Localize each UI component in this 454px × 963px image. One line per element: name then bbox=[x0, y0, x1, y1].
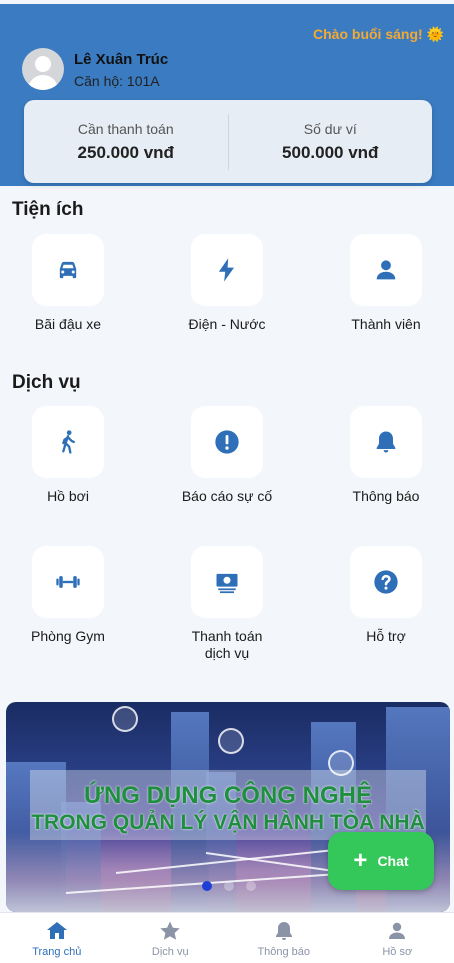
greeting-text: Chào buổi sáng! 🌞 bbox=[313, 26, 444, 42]
money-icon bbox=[216, 573, 238, 594]
amount-due[interactable]: Cần thanh toán 250.000 vnđ bbox=[24, 121, 228, 163]
service-incident-report[interactable]: Báo cáo sự cố bbox=[167, 406, 287, 505]
service-incident-report-label: Báo cáo sự cố bbox=[181, 488, 273, 504]
utility-electric-water-tile[interactable] bbox=[191, 234, 263, 306]
banner-headline: ỨNG DỤNG CÔNG NGHỆ bbox=[84, 782, 372, 809]
plus-icon: + bbox=[353, 847, 368, 874]
tab-profile[interactable]: Hồ sơ bbox=[341, 913, 454, 963]
user-apartment: Căn hộ: 101A bbox=[74, 73, 160, 89]
tab-services-label: Dịch vụ bbox=[151, 945, 189, 958]
service-incident-report-tile[interactable] bbox=[191, 406, 263, 478]
utility-members-tile[interactable] bbox=[350, 234, 422, 306]
service-gym[interactable]: Phòng Gym bbox=[8, 546, 128, 645]
chat-button[interactable]: + Chat bbox=[328, 832, 434, 890]
chat-label: Chat bbox=[377, 853, 409, 869]
status-strip bbox=[0, 0, 454, 4]
amount-due-label: Cần thanh toán bbox=[77, 120, 174, 137]
service-gym-tile[interactable] bbox=[32, 546, 104, 618]
wallet-balance-label: Số dư ví bbox=[303, 120, 357, 137]
service-payment-tile[interactable] bbox=[191, 546, 263, 618]
avatar-body bbox=[28, 75, 58, 90]
user-name: Lê Xuân Trúc bbox=[74, 51, 169, 68]
wallet-balance[interactable]: Số dư ví 500.000 vnđ bbox=[229, 121, 433, 163]
service-support[interactable]: Hỗ trợ bbox=[326, 546, 446, 645]
service-payment[interactable]: Thanh toán dịch vụ bbox=[167, 546, 287, 662]
tab-notifications-label: Thông báo bbox=[257, 945, 311, 958]
service-notifications-tile[interactable] bbox=[350, 406, 422, 478]
service-support-label: Hỗ trợ bbox=[366, 628, 406, 644]
tab-notifications[interactable]: Thông báo bbox=[227, 913, 341, 963]
question-icon bbox=[374, 570, 398, 594]
service-pool-tile[interactable] bbox=[32, 406, 104, 478]
utility-electric-water-label: Điện - Nước bbox=[188, 316, 266, 332]
service-support-tile[interactable] bbox=[350, 546, 422, 618]
lightning-icon bbox=[218, 258, 234, 282]
wallet-balance-value: 500.000 vnđ bbox=[282, 142, 379, 162]
exclamation-icon bbox=[215, 430, 239, 454]
utility-parking-tile[interactable] bbox=[32, 234, 104, 306]
utility-parking[interactable]: Bãi đậu xe bbox=[8, 234, 128, 333]
person-icon bbox=[389, 922, 406, 939]
amount-due-value: 250.000 vnđ bbox=[77, 142, 174, 162]
services-title: Dịch vụ bbox=[12, 372, 81, 393]
avatar[interactable] bbox=[22, 48, 64, 90]
carousel-dot[interactable] bbox=[246, 881, 256, 891]
person-icon bbox=[376, 260, 396, 280]
utility-electric-water[interactable]: Điện - Nước bbox=[167, 234, 287, 333]
network-node bbox=[218, 728, 244, 754]
utility-parking-label: Bãi đậu xe bbox=[34, 316, 102, 332]
tab-profile-label: Hồ sơ bbox=[382, 945, 413, 958]
utility-members-label: Thành viên bbox=[351, 316, 421, 332]
carousel-dot[interactable] bbox=[224, 881, 234, 891]
service-payment-label: Thanh toán dịch vụ bbox=[191, 628, 263, 661]
walking-person-icon bbox=[62, 430, 76, 454]
bell-icon bbox=[376, 431, 396, 453]
tab-home[interactable]: Trang chủ bbox=[0, 913, 114, 963]
avatar-head bbox=[35, 56, 51, 72]
dumbbell-icon bbox=[56, 576, 80, 588]
carousel-dots bbox=[202, 881, 256, 891]
service-notifications[interactable]: Thông báo bbox=[326, 406, 446, 505]
service-pool[interactable]: Hồ bơi bbox=[8, 406, 128, 505]
utility-members[interactable]: Thành viên bbox=[326, 234, 446, 333]
tab-services[interactable]: Dịch vụ bbox=[114, 913, 228, 963]
bell-icon bbox=[275, 921, 292, 940]
tab-home-label: Trang chủ bbox=[32, 945, 82, 958]
star-icon bbox=[160, 921, 180, 940]
bottom-tab-bar: Trang chủ Dịch vụ Thông báo Hồ sơ bbox=[0, 912, 454, 963]
service-pool-label: Hồ bơi bbox=[47, 488, 89, 504]
car-icon bbox=[59, 261, 77, 279]
service-notifications-label: Thông báo bbox=[352, 488, 420, 504]
service-gym-label: Phòng Gym bbox=[31, 628, 105, 644]
balance-card: Cần thanh toán 250.000 vnđ Số dư ví 500.… bbox=[24, 100, 432, 183]
home-icon bbox=[46, 921, 67, 939]
utilities-title: Tiện ích bbox=[12, 199, 84, 220]
carousel-dot[interactable] bbox=[202, 881, 212, 891]
network-node bbox=[112, 706, 138, 732]
